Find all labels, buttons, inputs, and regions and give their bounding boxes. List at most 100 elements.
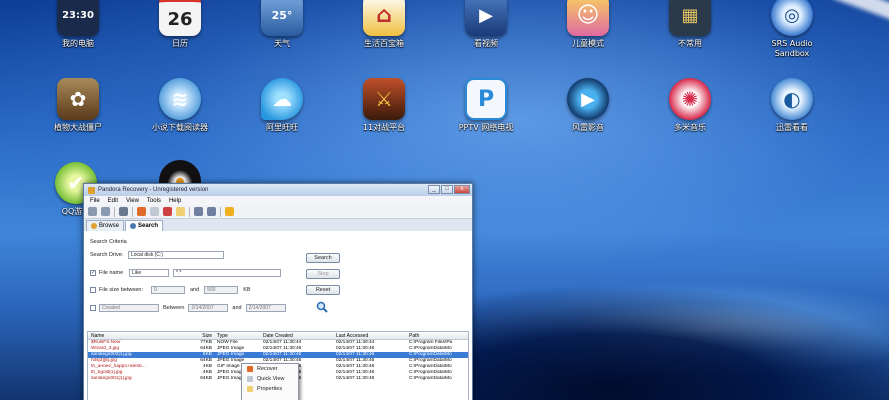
view-icon[interactable] [119, 207, 128, 216]
quick-view-icon [247, 376, 253, 382]
date-to-input[interactable]: 2/14/2007 [245, 304, 286, 312]
desktop-icon-label: 小说下载阅读器 [152, 123, 208, 132]
size-from-value: 0 [154, 287, 157, 293]
cell-size: 64KB [200, 376, 212, 381]
date-from-input[interactable]: 2/14/2007 [188, 304, 229, 312]
size-and-label: and [190, 287, 200, 293]
quick-view-icon[interactable] [150, 207, 159, 216]
menu-help[interactable]: Help [169, 198, 181, 204]
house-icon: ⌂ [363, 0, 405, 36]
back-icon[interactable] [88, 207, 97, 216]
desktop-icon-weather[interactable]: 25° 天气 [246, 0, 318, 49]
desktop-icon-srs-audio[interactable]: ◎ SRS Audio Sandbox [756, 0, 828, 59]
forward-icon[interactable] [101, 207, 110, 216]
tab-search-label: Search [138, 223, 159, 229]
column-size[interactable]: Size [194, 332, 214, 339]
context-properties-label: Properties [257, 386, 283, 392]
column-type[interactable]: Type [214, 332, 260, 339]
menu-edit[interactable]: Edit [108, 198, 118, 204]
column-path[interactable]: Path [406, 332, 458, 339]
search-button[interactable]: Search [306, 253, 340, 263]
size-from-input[interactable]: 0 [151, 286, 185, 294]
context-properties[interactable]: Properties [242, 384, 298, 394]
size-unit-label: KB [243, 287, 251, 293]
desktop-icon-xunlei-kankan[interactable]: ◐ 迅雷看看 [756, 78, 828, 133]
file-name-mode-select[interactable]: Like [129, 269, 169, 277]
context-quick-view[interactable]: Quick View [242, 374, 298, 384]
column-name[interactable]: Name [88, 332, 194, 339]
menu-tools[interactable]: Tools [147, 198, 161, 204]
toolbar [84, 205, 472, 219]
xunlei-kankan-icon: ◐ [771, 78, 813, 120]
tab-browse[interactable]: Browse [86, 220, 125, 231]
properties-icon[interactable] [176, 207, 185, 216]
file-size-label: File size between: [99, 287, 144, 293]
desktop-icon-calendar[interactable]: 26 日历 [144, 0, 216, 49]
desktop-icon-fengxing-player[interactable]: ▶ 风雷影音 [552, 78, 624, 133]
desktop-icon-label: 迅雷看看 [776, 123, 808, 132]
title-bar[interactable]: Pandora Recovery - Unregistered version … [84, 184, 472, 196]
desktop-icon-novel-reader[interactable]: ≋ 小说下载阅读器 [144, 78, 216, 133]
toolbar-separator [114, 206, 115, 217]
pptv-icon: P [465, 78, 507, 120]
search-drive-value: Local disk (C:) [131, 252, 163, 258]
size-to-input[interactable]: 500 [204, 286, 239, 294]
desktop-icon-aliwangwang[interactable]: ☁ 阿里旺旺 [246, 78, 318, 133]
reset-button[interactable]: Reset [306, 285, 340, 295]
desktop-icon-11-platform[interactable]: ⚔ 11对战平台 [348, 78, 420, 133]
recover-icon[interactable] [137, 207, 146, 216]
column-date-created[interactable]: Date Created [260, 332, 333, 339]
file-name-value: *.* [176, 270, 182, 276]
tools-icon[interactable] [207, 207, 216, 216]
date-type-select[interactable]: Created [99, 304, 159, 312]
desktop-icon-pvz[interactable]: ✿ 植物大战僵尸 [42, 78, 114, 133]
stop-button[interactable]: Stop [306, 269, 340, 279]
menu-view[interactable]: View [126, 198, 139, 204]
desktop-icon-label: 生活百宝箱 [364, 39, 404, 48]
cell-name: sandiego001[1].jpg [91, 376, 132, 381]
file-size-checkbox[interactable] [90, 287, 96, 293]
search-drive-label: Search Drive: [90, 252, 124, 258]
maximize-button[interactable]: □ [441, 185, 453, 194]
weather-icon: 25° [261, 0, 303, 36]
cell-accessed: 02/14/07 11:30:46 [336, 376, 375, 381]
menu-bar: File Edit View Tools Help [84, 196, 472, 205]
tab-strip: Browse Search [84, 219, 472, 231]
minimize-button[interactable]: _ [428, 185, 440, 194]
desktop-icon-rarely-used[interactable]: ▦ 不常用 [654, 0, 726, 49]
desktop-icon-life-toolbox[interactable]: ⌂ 生活百宝箱 [348, 0, 420, 49]
media-player-icon: ▶ [567, 78, 609, 120]
desktop-icon-label: 我的电脑 [62, 39, 94, 48]
desktop-icon-child-mode[interactable]: ☺ 儿童模式 [552, 0, 624, 49]
desktop-icon-pptv[interactable]: P PPTV 网络电视 [450, 78, 522, 133]
date-to-value: 2/14/2007 [248, 305, 271, 311]
search-drive-select[interactable]: Local disk (C:) [128, 251, 224, 259]
file-name-checkbox[interactable]: ✓ [90, 270, 96, 276]
desktop-icon-my-computer[interactable]: 23:30 我的电脑 [42, 0, 114, 49]
column-last-accessed[interactable]: Last Accessed [333, 332, 406, 339]
delete-icon[interactable] [163, 207, 172, 216]
date-checkbox[interactable] [90, 305, 96, 311]
aliwangwang-icon: ☁ [261, 78, 303, 120]
file-name-label: File name [99, 270, 124, 276]
desktop-icon-label: 不常用 [678, 39, 702, 48]
context-menu: Recover Quick View Properties [241, 363, 299, 400]
desktop-icon-duomi-music[interactable]: ✺ 多米音乐 [654, 78, 726, 133]
results-header: Name Size Type Date Created Last Accesse… [88, 332, 468, 340]
desktop-icon-label: 植物大战僵尸 [54, 123, 102, 132]
help-icon[interactable] [225, 207, 234, 216]
menu-file[interactable]: File [90, 198, 100, 204]
desktop-icon-label: 日历 [172, 39, 188, 48]
settings-icon[interactable] [194, 207, 203, 216]
toolbar-separator [220, 206, 221, 217]
app-icon [88, 186, 95, 194]
cell-path: C:\ProgramData\Mo [409, 376, 452, 381]
desktop-icon-video[interactable]: ▶ 看视频 [450, 0, 522, 49]
desktop-icon-label: 儿童模式 [572, 39, 604, 48]
tab-search[interactable]: Search [125, 220, 164, 231]
file-name-input[interactable]: *.* [173, 269, 281, 277]
magnifier-icon [316, 301, 328, 313]
close-button[interactable]: x [454, 185, 470, 194]
context-recover[interactable]: Recover [242, 364, 298, 374]
desktop-icon-label: SRS Audio Sandbox [771, 39, 813, 58]
